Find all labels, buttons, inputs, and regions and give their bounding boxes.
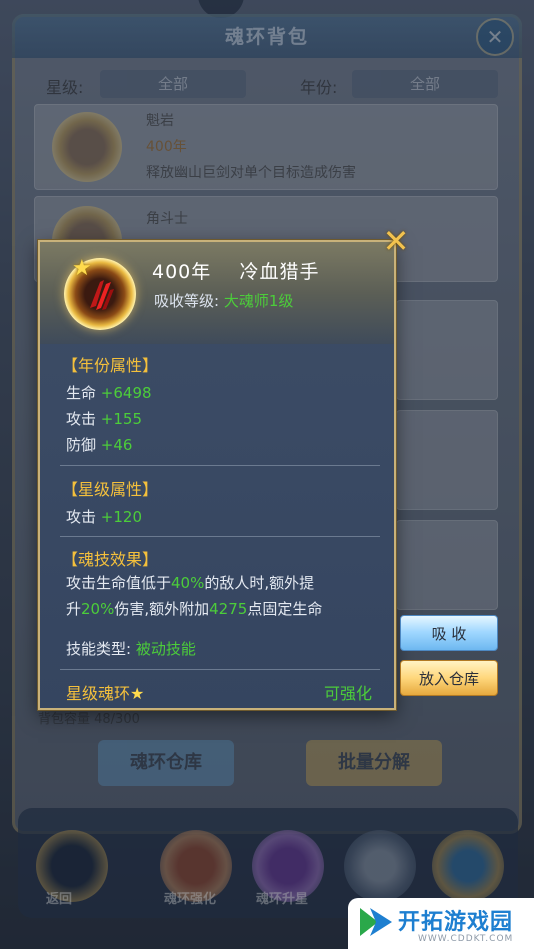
watermark-logo-icon [360,908,392,936]
absorb-level-value: 大魂师1级 [223,292,294,310]
divider [60,536,380,537]
star-attr-title: 【星级属性】 [62,480,159,499]
skill-description: 攻击生命值低于40%的敌人时,额外提 升20%伤害,额外附加4275点固定生命 [66,574,323,618]
claw-icon [90,280,114,310]
divider [60,669,380,670]
skill-type: 技能类型: 被动技能 [66,638,196,659]
watermark-url: WWW.CDDKT.COM [418,934,514,944]
soul-ring-detail-popup: ★ 400年 冷血猎手 吸收等级: 大魂师1级 【年份属性】 生命 +6498 … [38,240,396,710]
skill-type-label: 技能类型: [66,640,132,658]
stat-row: 生命 +6498 [66,384,152,402]
skill-type-value: 被动技能 [135,640,196,658]
year-attr-title: 【年份属性】 [62,356,159,375]
watermark-title: 开拓游戏园 [398,910,514,935]
skill-title: 【魂技效果】 [62,550,159,569]
game-screen: 魂环背包 ✕ 星级: 全部 年份: 全部 魁岩 400年 释放幽山巨剑对单个目标… [0,0,534,949]
popup-header: ★ 400年 冷血猎手 吸收等级: 大魂师1级 [40,242,394,344]
stat-row: 攻击 +120 [66,508,142,526]
star-icon: ★ [130,684,145,703]
enhance-status: 可强化 [323,684,372,703]
absorb-level: 吸收等级: 大魂师1级 [154,290,293,311]
close-icon[interactable]: ✕ [380,225,412,258]
popup-footer: 星级魂环★ 可强化 [58,674,378,704]
star-icon: ★ [72,256,92,281]
popup-title: 400年 冷血猎手 [152,257,319,284]
absorb-button[interactable]: 吸 收 [400,615,498,651]
absorb-level-label: 吸收等级: [154,292,220,310]
star-ring-label: 星级魂环★ [66,684,145,703]
divider [60,465,380,466]
stat-row: 攻击 +155 [66,410,142,428]
ring-name: 冷血猎手 [239,261,320,283]
stat-row: 防御 +46 [66,436,133,454]
store-to-warehouse-button[interactable]: 放入仓库 [400,660,498,696]
ring-years: 400年 [152,261,212,283]
